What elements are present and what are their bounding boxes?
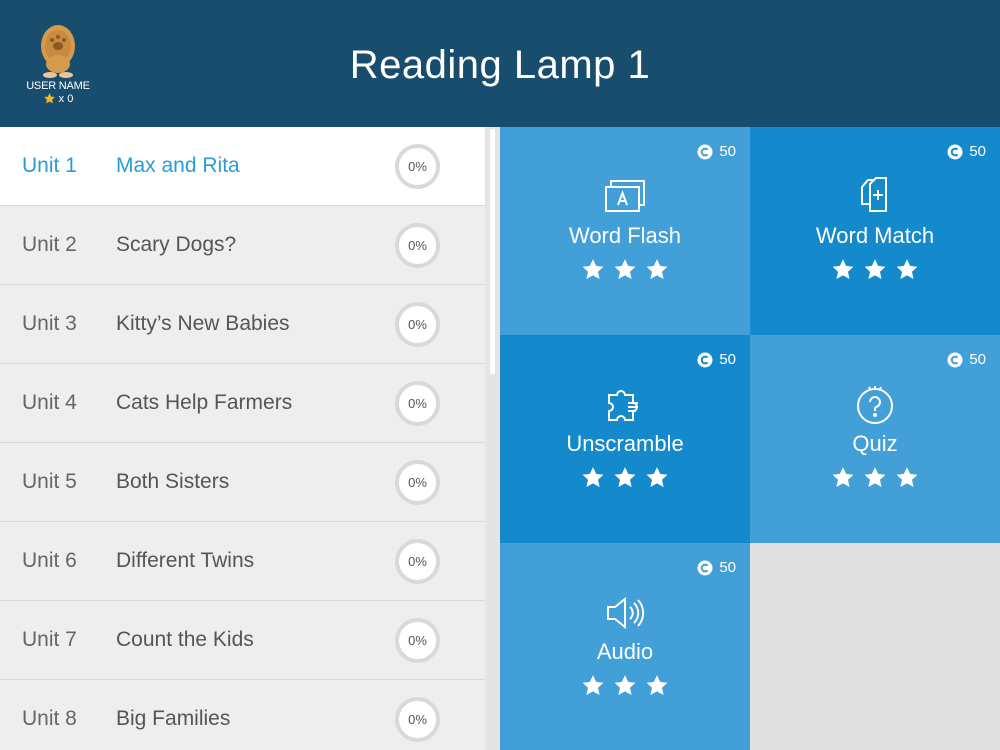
tile-label: Quiz — [852, 431, 898, 456]
unit-number: Unit 6 — [22, 549, 77, 572]
progress-circle: 0% — [395, 143, 440, 189]
star-count-value: x 0 — [58, 92, 74, 105]
unit-row[interactable]: Unit 4 Cats Help Farmers 0% — [0, 364, 485, 443]
unit-row[interactable]: Unit 6 Different Twins 0% — [0, 522, 485, 601]
tile-label: Word Match — [815, 223, 935, 248]
coin-icon — [947, 352, 963, 367]
unit-number: Unit 1 — [22, 154, 77, 177]
progress-circle: 0% — [395, 459, 440, 505]
activity-grid: 50 Word Flash 50 Word Match 50 Unscrambl… — [500, 127, 1000, 750]
unit-title: Both Sisters — [116, 470, 230, 493]
unit-number: Unit 4 — [22, 391, 77, 414]
unit-title: Scary Dogs? — [116, 233, 237, 256]
coin-reward: 50 — [947, 143, 986, 160]
activity-tile-quiz[interactable]: 50 Quiz — [750, 335, 1000, 543]
unit-title: Kitty’s New Babies — [116, 312, 290, 335]
unit-title: Count the Kids — [116, 628, 254, 651]
question-icon — [857, 386, 893, 424]
speaker-icon — [607, 596, 645, 630]
coin-value: 50 — [719, 559, 736, 576]
coin-reward: 50 — [697, 143, 736, 160]
coin-reward: 50 — [697, 351, 736, 368]
star-icon — [864, 467, 886, 487]
star-rating — [500, 465, 750, 490]
unit-number: Unit 3 — [22, 312, 77, 335]
star-icon — [832, 467, 854, 487]
star-rating — [750, 465, 1000, 490]
progress-circle: 0% — [395, 380, 440, 426]
coin-icon — [697, 352, 713, 367]
unit-title: Max and Rita — [116, 154, 240, 177]
star-icon — [614, 675, 636, 695]
star-rating — [750, 257, 1000, 282]
coin-value: 50 — [719, 351, 736, 368]
star-icon — [896, 467, 918, 487]
unit-row[interactable]: Unit 3 Kitty’s New Babies 0% — [0, 285, 485, 364]
star-icon — [896, 259, 918, 279]
star-icon — [832, 259, 854, 279]
coin-value: 50 — [719, 143, 736, 160]
page-title: Reading Lamp 1 — [349, 43, 651, 87]
unit-row[interactable]: Unit 7 Count the Kids 0% — [0, 601, 485, 680]
activity-tile-word-match[interactable]: 50 Word Match — [750, 127, 1000, 335]
unit-row[interactable]: Unit 2 Scary Dogs? 0% — [0, 206, 485, 285]
puzzle-icon — [608, 390, 638, 421]
coin-icon — [697, 144, 713, 159]
coin-value: 50 — [969, 351, 986, 368]
star-icon — [582, 259, 604, 279]
star-icon — [646, 675, 668, 695]
coin-reward: 50 — [947, 351, 986, 368]
progress-circle: 0% — [395, 222, 440, 268]
coin-reward: 50 — [697, 559, 736, 576]
coin-value: 50 — [969, 143, 986, 160]
unit-title: Big Families — [116, 707, 231, 730]
progress-circle: 0% — [395, 538, 440, 584]
activity-tile-audio[interactable]: 50 Audio — [500, 543, 750, 750]
star-icon — [646, 467, 668, 487]
star-icon — [43, 93, 55, 104]
activity-tile-unscramble[interactable]: 50 Unscramble — [500, 335, 750, 543]
unit-title: Different Twins — [116, 549, 255, 572]
unit-number: Unit 5 — [22, 470, 77, 493]
unit-number: Unit 2 — [22, 233, 77, 256]
star-icon — [614, 467, 636, 487]
progress-circle: 0% — [395, 301, 440, 347]
progress-circle: 0% — [395, 696, 440, 742]
star-icon — [582, 675, 604, 695]
unit-row[interactable]: Unit 5 Both Sisters 0% — [0, 443, 485, 522]
star-icon — [582, 467, 604, 487]
unit-number: Unit 7 — [22, 628, 77, 651]
card-match-icon — [861, 177, 887, 212]
tile-label: Unscramble — [566, 431, 684, 456]
flashcard-icon — [605, 180, 645, 212]
star-icon — [614, 259, 636, 279]
app-header: USER NAME x 0 Reading Lamp 1 — [0, 0, 1000, 127]
star-count: x 0 — [14, 92, 102, 105]
empty-tile — [750, 543, 1000, 750]
star-rating — [500, 673, 750, 698]
unit-row[interactable]: Unit 1 Max and Rita 0% — [0, 127, 485, 206]
unit-title: Cats Help Farmers — [116, 391, 293, 414]
tile-label: Audio — [596, 639, 654, 664]
coin-icon — [947, 144, 963, 159]
scrollbar-thumb[interactable] — [490, 129, 495, 374]
tile-label: Word Flash — [568, 223, 682, 248]
unit-row[interactable]: Unit 8 Big Families 0% — [0, 680, 485, 750]
star-icon — [864, 259, 886, 279]
coin-icon — [697, 560, 713, 575]
unit-list: Unit 1 Max and Rita 0% Unit 2 Scary Dogs… — [0, 127, 485, 750]
unit-list-scrollbar[interactable] — [485, 127, 500, 750]
activity-tile-word-flash[interactable]: 50 Word Flash — [500, 127, 750, 335]
unit-number: Unit 8 — [22, 707, 77, 730]
star-rating — [500, 257, 750, 282]
star-icon — [646, 259, 668, 279]
progress-circle: 0% — [395, 617, 440, 663]
